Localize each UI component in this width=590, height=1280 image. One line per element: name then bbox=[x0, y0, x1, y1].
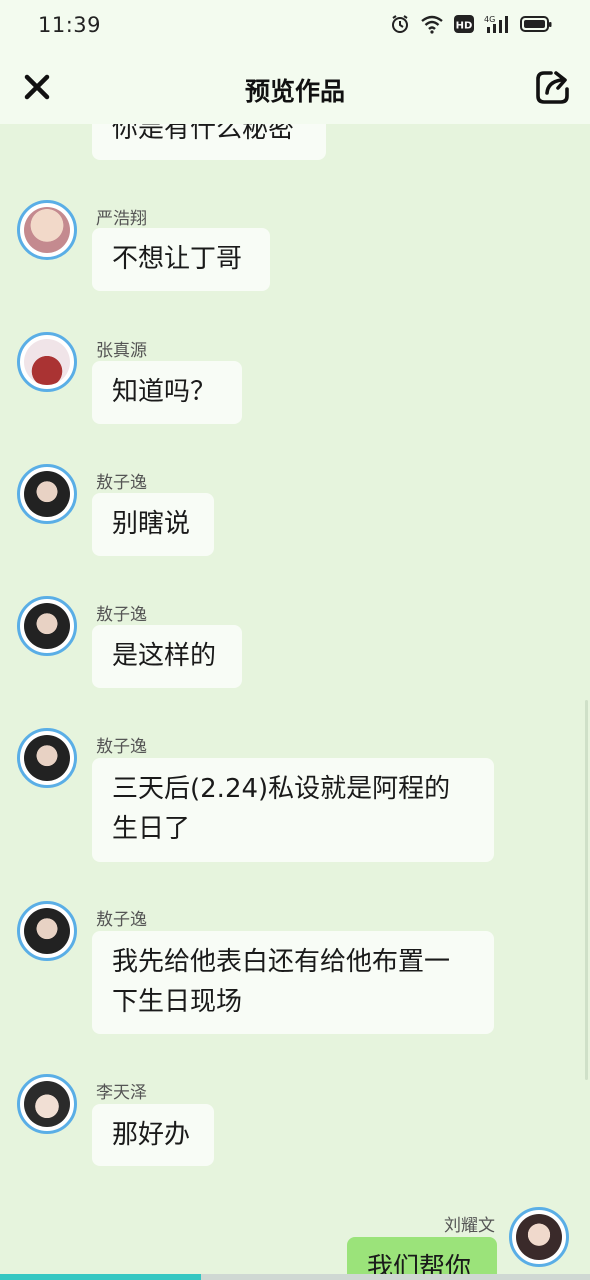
message-bubble: 不想让丁哥 bbox=[92, 228, 270, 291]
wifi-icon bbox=[420, 14, 444, 34]
sender-name: 李天泽 bbox=[96, 1083, 147, 1103]
sender-name: 敖子逸 bbox=[96, 910, 147, 930]
battery-icon bbox=[520, 14, 552, 34]
progress-fill bbox=[0, 1274, 201, 1280]
sender-name: 严浩翔 bbox=[96, 209, 147, 229]
status-bar: 11:39 HD 4G bbox=[0, 0, 590, 52]
message-bubble: 知道吗？ bbox=[92, 361, 242, 424]
status-icons: HD 4G bbox=[390, 14, 552, 34]
avatar[interactable] bbox=[509, 1207, 569, 1267]
message-bubble: 三天后(2.24)私设就是阿程的生日了 bbox=[92, 758, 494, 862]
chat-area[interactable]: 你是有什么秘密 严浩翔 不想让丁哥 张真源 知道吗？ 敖子逸 别瞎说 敖子逸 是… bbox=[0, 124, 590, 1280]
message-bubble: 那好办 bbox=[92, 1104, 214, 1166]
sender-name: 刘耀文 bbox=[444, 1216, 495, 1236]
avatar[interactable] bbox=[17, 728, 77, 788]
avatar[interactable] bbox=[17, 901, 77, 961]
hd-icon: HD bbox=[454, 14, 474, 34]
sender-name: 敖子逸 bbox=[96, 605, 147, 625]
page-title: 预览作品 bbox=[244, 77, 345, 106]
avatar[interactable] bbox=[17, 332, 77, 392]
message-bubble: 你是有什么秘密 bbox=[92, 124, 326, 160]
share-button[interactable] bbox=[534, 68, 572, 106]
hd-label: HD bbox=[456, 21, 473, 32]
alarm-icon bbox=[390, 14, 410, 34]
signal-4g-icon: 4G bbox=[484, 14, 510, 34]
sender-name: 敖子逸 bbox=[96, 737, 147, 757]
top-bar: 预览作品 bbox=[0, 52, 590, 124]
message-bubble: 是这样的 bbox=[92, 625, 242, 688]
share-icon bbox=[536, 71, 569, 104]
status-time: 11:39 bbox=[38, 13, 102, 37]
progress-bar bbox=[0, 1274, 590, 1280]
scrollbar[interactable] bbox=[585, 700, 588, 1080]
message-bubble: 我先给他表白还有给他布置一下生日现场 bbox=[92, 931, 494, 1034]
avatar[interactable] bbox=[17, 596, 77, 656]
avatar[interactable] bbox=[17, 200, 77, 260]
sender-name: 敖子逸 bbox=[96, 473, 147, 493]
avatar[interactable] bbox=[17, 1074, 77, 1134]
network-label: 4G bbox=[484, 15, 495, 24]
sender-name: 张真源 bbox=[96, 341, 147, 361]
avatar[interactable] bbox=[17, 464, 77, 524]
message-bubble: 别瞎说 bbox=[92, 493, 214, 556]
